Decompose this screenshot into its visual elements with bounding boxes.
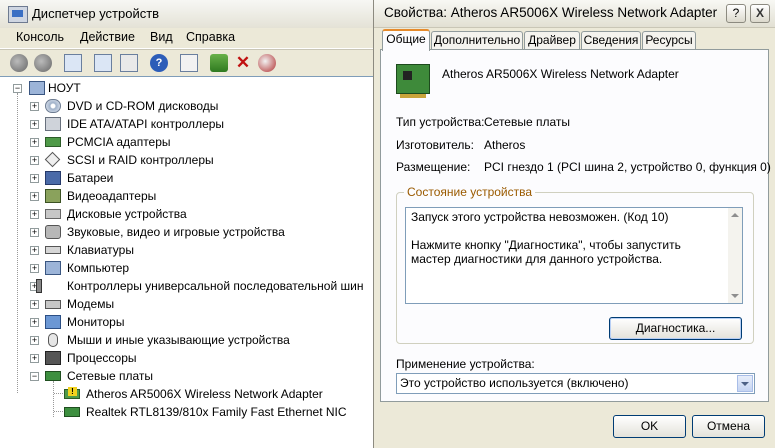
- tab-driver[interactable]: Драйвер: [524, 31, 580, 50]
- status-error-text: Запуск этого устройства невозможен. (Код…: [411, 210, 669, 224]
- display-adapter-icon: [45, 189, 61, 203]
- device-status-textbox[interactable]: Запуск этого устройства невозможен. (Код…: [405, 207, 743, 304]
- device-usage-label: Применение устройства:: [396, 357, 535, 371]
- diagnostics-button[interactable]: Диагностика...: [609, 317, 742, 340]
- menu-action[interactable]: Действие: [80, 30, 135, 44]
- mouse-icon: [48, 333, 58, 347]
- tree-root[interactable]: − НОУТ: [13, 79, 373, 97]
- device-name: Atheros AR5006X Wireless Network Adapter: [442, 67, 679, 81]
- menu-view[interactable]: Вид: [150, 30, 173, 44]
- tree-line: [17, 93, 18, 393]
- scsi-icon: [44, 151, 61, 168]
- scan-hardware-icon[interactable]: [180, 54, 198, 72]
- device-status-group-title: Состояние устройства: [404, 185, 536, 199]
- close-button[interactable]: X: [750, 4, 770, 23]
- disk-drive-icon: [45, 209, 61, 219]
- manufacturer-value: Atheros: [484, 138, 526, 152]
- scroll-down-icon[interactable]: [731, 294, 739, 298]
- keyboard-icon: [45, 246, 61, 254]
- device-manager-window: Диспетчер устройств Консоль Действие Вид…: [0, 0, 381, 448]
- computer-icon: [45, 261, 61, 275]
- network-adapter-icon: [64, 407, 80, 417]
- tab-general[interactable]: Общие: [382, 29, 430, 51]
- print-icon[interactable]: [120, 54, 138, 72]
- device-type-value: Сетевые платы: [484, 115, 571, 129]
- dvd-icon: [45, 99, 61, 113]
- location-value: PCI гнездо 1 (PCI шина 2, устройство 0, …: [484, 160, 771, 174]
- properties-dialog: Свойства: Atheros AR5006X Wireless Netwo…: [373, 0, 775, 448]
- location-label: Размещение:: [396, 160, 471, 174]
- battery-icon: [45, 171, 61, 185]
- tab-details[interactable]: Сведения: [581, 31, 641, 50]
- tab-resources[interactable]: Ресурсы: [642, 31, 696, 50]
- tree-root-label: НОУТ: [48, 81, 81, 95]
- menu-help[interactable]: Справка: [186, 30, 235, 44]
- processor-icon: [45, 351, 61, 365]
- help-icon[interactable]: ?: [150, 54, 168, 72]
- device-manager-titlebar[interactable]: Диспетчер устройств: [0, 0, 380, 29]
- network-adapter-icon: [45, 371, 61, 381]
- computer-icon: [29, 81, 45, 95]
- modem-icon: [45, 300, 61, 309]
- back-icon[interactable]: [10, 54, 28, 72]
- properties-titlebar[interactable]: Свойства: Atheros AR5006X Wireless Netwo…: [374, 0, 775, 28]
- chevron-down-icon[interactable]: [737, 375, 753, 392]
- tree-line: [54, 393, 63, 394]
- usb-icon: [36, 279, 42, 293]
- ide-controller-icon: [45, 117, 61, 131]
- status-hint-text: Нажмите кнопку "Диагностика", чтобы запу…: [411, 238, 681, 266]
- device-manager-title: Диспетчер устройств: [32, 6, 160, 21]
- monitor-icon: [45, 315, 61, 329]
- refresh-icon[interactable]: [94, 54, 112, 72]
- ok-button[interactable]: OK: [613, 415, 686, 438]
- toolbar: ? ✕: [0, 49, 380, 77]
- uninstall-icon[interactable]: ✕: [234, 54, 252, 72]
- pcmcia-icon: [45, 137, 61, 147]
- device-manager-icon: [8, 6, 28, 23]
- tree-line: [54, 411, 63, 412]
- forward-icon[interactable]: [34, 54, 52, 72]
- device-usage-select[interactable]: Это устройство используется (включено): [396, 373, 755, 394]
- properties-title: Свойства: Atheros AR5006X Wireless Netwo…: [384, 5, 718, 20]
- sound-icon: [45, 225, 61, 239]
- cancel-button[interactable]: Отмена: [692, 415, 765, 438]
- device-usage-value: Это устройство используется (включено): [400, 376, 629, 390]
- device-type-label: Тип устройства:: [396, 115, 485, 129]
- menu-console[interactable]: Консоль: [16, 30, 64, 44]
- warning-network-adapter-icon: [64, 387, 80, 399]
- manufacturer-label: Изготовитель:: [396, 138, 474, 152]
- update-driver-icon[interactable]: [210, 54, 228, 72]
- menu-bar: Консоль Действие Вид Справка: [0, 28, 380, 49]
- disable-icon[interactable]: [258, 54, 276, 72]
- status-scrollbar[interactable]: [728, 208, 742, 303]
- scroll-up-icon[interactable]: [731, 213, 739, 217]
- tab-advanced[interactable]: Дополнительно: [431, 31, 523, 50]
- properties-icon[interactable]: [64, 54, 82, 72]
- network-card-icon: [396, 64, 430, 98]
- help-button[interactable]: ?: [726, 4, 746, 23]
- device-tree[interactable]: − НОУТ + DVD и CD-ROM дисководы + IDE ATA/…: [0, 76, 380, 448]
